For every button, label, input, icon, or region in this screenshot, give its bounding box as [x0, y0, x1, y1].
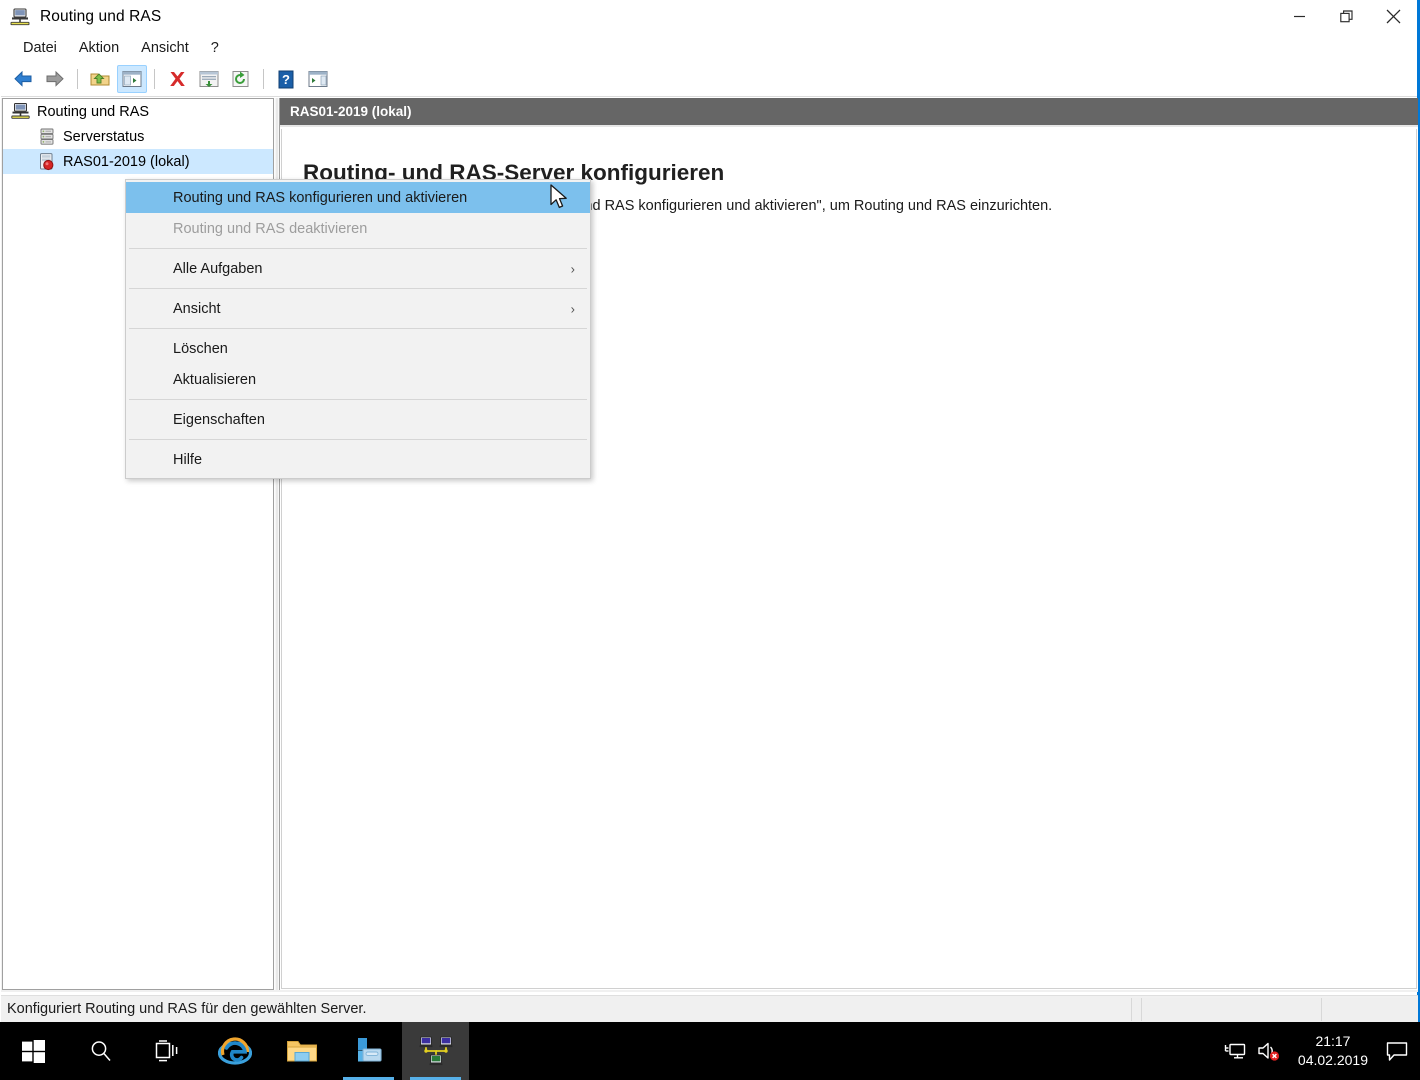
ctx-help[interactable]: Hilfe — [126, 444, 590, 475]
result-pane-header: RAS01-2019 (lokal) — [280, 98, 1418, 127]
refresh-button[interactable] — [226, 65, 256, 93]
ctx-separator — [129, 288, 587, 289]
routing-ras-root-icon — [11, 102, 30, 121]
ctx-item-label: Alle Aufgaben — [173, 260, 263, 277]
clock-date: 04.02.2019 — [1297, 1052, 1368, 1068]
export-list-button[interactable] — [194, 65, 224, 93]
ctx-properties[interactable]: Eigenschaften — [126, 404, 590, 435]
task-view-button[interactable] — [134, 1022, 201, 1080]
tree-node-routing-und-ras[interactable]: Routing und RAS — [3, 99, 274, 124]
tree-node-label: Serverstatus — [63, 128, 145, 145]
back-button[interactable] — [8, 65, 38, 93]
tree-node-ras01-2019[interactable]: RAS01-2019 (lokal) — [3, 149, 274, 174]
ctx-item-label: Routing und RAS deaktivieren — [173, 220, 368, 237]
help-button[interactable]: ? — [271, 65, 301, 93]
toolbar-separator — [263, 69, 264, 89]
search-button[interactable] — [67, 1022, 134, 1080]
server-stopped-icon — [37, 152, 56, 171]
file-explorer-button[interactable] — [268, 1022, 335, 1080]
result-pane-title: RAS01-2019 (lokal) — [290, 104, 412, 119]
ctx-item-label: Ansicht — [173, 300, 221, 317]
network-icon[interactable] — [1218, 1022, 1252, 1080]
server-status-icon — [37, 127, 56, 146]
toolbar: ? — [1, 62, 1417, 97]
ctx-disable: Routing und RAS deaktivieren — [126, 213, 590, 244]
window-controls — [1276, 0, 1417, 33]
minimize-button[interactable] — [1276, 0, 1323, 33]
volume-muted-icon[interactable] — [1252, 1022, 1286, 1080]
ctx-refresh[interactable]: Aktualisieren — [126, 364, 590, 395]
start-button[interactable] — [0, 1022, 67, 1080]
clock[interactable]: 21:17 04.02.2019 — [1286, 1032, 1378, 1070]
ctx-delete[interactable]: Löschen — [126, 333, 590, 364]
clock-time: 21:17 — [1315, 1033, 1351, 1050]
ctx-separator — [129, 248, 587, 249]
action-pane-toggle-button[interactable] — [303, 65, 333, 93]
ctx-item-label: Aktualisieren — [173, 371, 257, 388]
routing-and-ras-button[interactable] — [402, 1022, 469, 1080]
console-tree-toggle-button[interactable] — [117, 65, 147, 93]
ctx-separator — [129, 439, 587, 440]
title-bar: Routing und RAS — [1, 0, 1417, 33]
toolbar-separator — [77, 69, 78, 89]
system-tray: 21:17 04.02.2019 — [1218, 1022, 1420, 1080]
taskbar: 21:17 04.02.2019 — [0, 1022, 1420, 1080]
context-menu: Routing und RAS konfigurieren und aktivi… — [125, 179, 591, 479]
delete-button[interactable] — [162, 65, 192, 93]
tree-node-label: Routing und RAS — [37, 103, 150, 120]
chevron-right-icon: › — [570, 301, 575, 316]
menu-datei[interactable]: Datei — [12, 37, 68, 59]
menu-ansicht[interactable]: Ansicht — [130, 37, 200, 59]
forward-button[interactable] — [40, 65, 70, 93]
toolbar-separator — [154, 69, 155, 89]
restore-button[interactable] — [1323, 0, 1370, 33]
ctx-item-label: Löschen — [173, 340, 228, 357]
tree-node-label: RAS01-2019 (lokal) — [63, 153, 190, 170]
status-pane-3 — [1321, 998, 1417, 1021]
ctx-configure-enable[interactable]: Routing und RAS konfigurieren und aktivi… — [126, 182, 590, 213]
window-title: Routing und RAS — [40, 7, 162, 25]
ctx-item-label: Routing und RAS konfigurieren und aktivi… — [173, 189, 468, 206]
menu-help[interactable]: ? — [200, 37, 230, 59]
svg-text:?: ? — [282, 72, 290, 87]
routing-ras-icon — [10, 7, 30, 27]
status-text: Konfiguriert Routing und RAS für den gew… — [7, 1001, 367, 1017]
status-pane-1 — [1131, 998, 1141, 1021]
ctx-all-tasks[interactable]: Alle Aufgaben › — [126, 253, 590, 284]
menu-aktion[interactable]: Aktion — [68, 37, 130, 59]
action-center-icon[interactable] — [1378, 1022, 1416, 1080]
ctx-separator — [129, 399, 587, 400]
application-window: Routing und RAS Datei Aktion Ansicht ? ?… — [0, 0, 1420, 1022]
status-bar: Konfiguriert Routing und RAS für den gew… — [1, 995, 1418, 1022]
folder-up-button[interactable] — [85, 65, 115, 93]
ctx-view[interactable]: Ansicht › — [126, 293, 590, 324]
close-button[interactable] — [1370, 0, 1417, 33]
internet-explorer-button[interactable] — [201, 1022, 268, 1080]
ctx-item-label: Hilfe — [173, 451, 203, 468]
status-pane-2 — [1141, 998, 1321, 1021]
tree-node-serverstatus[interactable]: Serverstatus — [3, 124, 274, 149]
ctx-item-label: Eigenschaften — [173, 411, 265, 428]
chevron-right-icon: › — [570, 261, 575, 276]
server-manager-button[interactable] — [335, 1022, 402, 1080]
menu-bar: Datei Aktion Ansicht ? — [1, 33, 1417, 62]
ctx-separator — [129, 328, 587, 329]
